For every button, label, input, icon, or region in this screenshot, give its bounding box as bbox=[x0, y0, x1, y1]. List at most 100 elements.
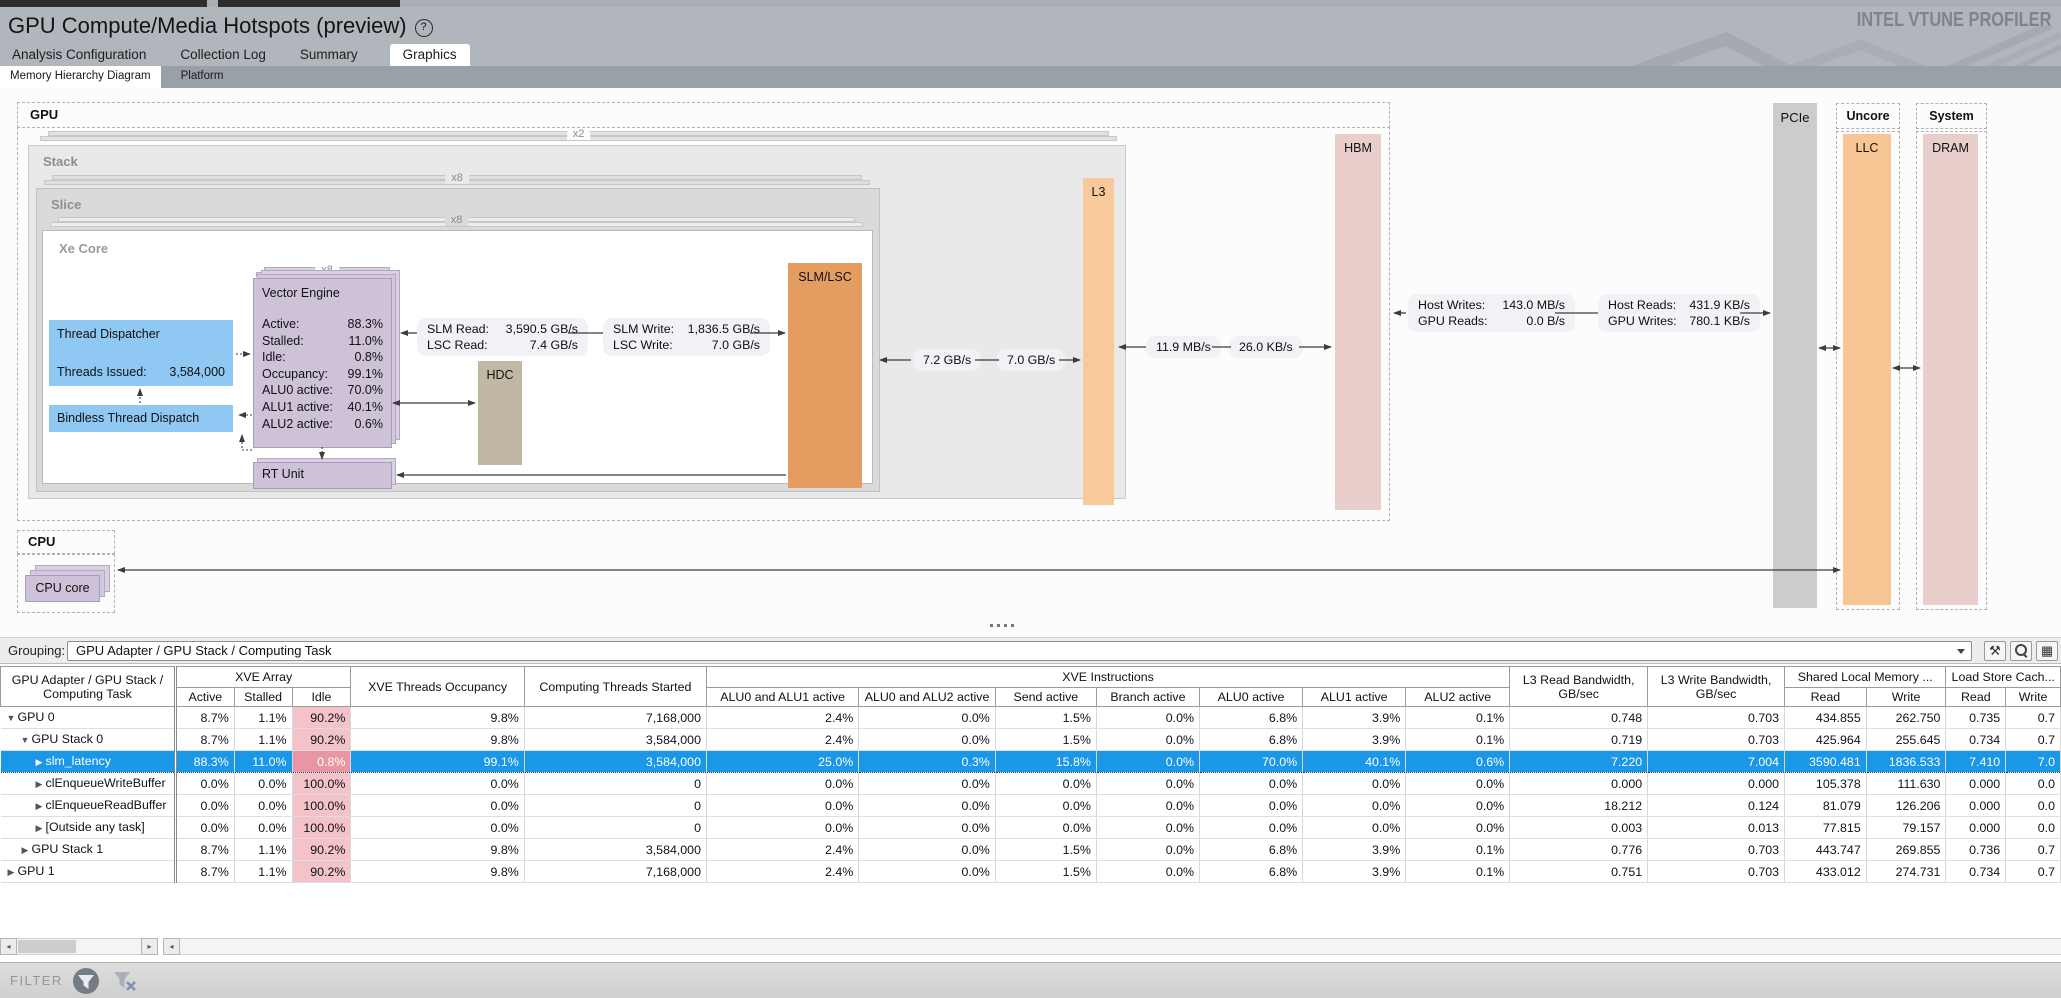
hdc-box[interactable]: HDC bbox=[478, 361, 522, 465]
cell: 0.703 bbox=[1648, 839, 1785, 861]
column-header[interactable]: L3 Write Bandwidth, GB/sec bbox=[1648, 667, 1785, 707]
customize-grouping-button[interactable]: ⚒ bbox=[1984, 641, 2006, 661]
expand-icon[interactable]: ▶ bbox=[5, 862, 18, 882]
copy-button[interactable]: ▦ bbox=[2036, 641, 2058, 661]
vector-engine-box[interactable]: Vector Engine Active:88.3% Stalled:11.0%… bbox=[253, 278, 392, 448]
grouping-dropdown[interactable]: GPU Adapter / GPU Stack / Computing Task bbox=[67, 641, 1972, 661]
cell: 0.0% bbox=[175, 795, 234, 817]
expand-icon[interactable]: ▶ bbox=[33, 774, 46, 794]
collapse-icon[interactable]: ▼ bbox=[19, 730, 32, 750]
subtab-platform[interactable]: Platform bbox=[171, 66, 234, 88]
thread-dispatcher-box[interactable]: Thread Dispatcher Threads Issued: 3,584,… bbox=[49, 320, 233, 386]
grid-scroll-left-button[interactable]: ◂ bbox=[163, 938, 180, 955]
cell: 7,168,000 bbox=[524, 861, 706, 883]
rt-unit-box[interactable]: RT Unit bbox=[253, 462, 392, 489]
column-header[interactable]: ALU0 active bbox=[1200, 688, 1303, 707]
tab-graphics[interactable]: Graphics bbox=[390, 44, 470, 66]
slice-label: Slice bbox=[51, 197, 81, 212]
cell: 0.0% bbox=[859, 861, 995, 883]
column-header[interactable]: Active bbox=[175, 688, 234, 707]
cell: 1.1% bbox=[234, 707, 292, 729]
tab-collection-log[interactable]: Collection Log bbox=[178, 44, 268, 66]
search-button[interactable] bbox=[2010, 641, 2032, 661]
column-header[interactable]: Branch active bbox=[1096, 688, 1199, 707]
column-header[interactable]: Write bbox=[2006, 688, 2061, 707]
column-group-header[interactable]: XVE Array bbox=[175, 667, 351, 688]
table-row[interactable]: ▶clEnqueueWriteBuffer0.0%0.0%100.0%0.0%0… bbox=[1, 773, 2061, 795]
table-row[interactable]: ▶GPU Stack 18.7%1.1%90.2%9.8%3,584,0002.… bbox=[1, 839, 2061, 861]
column-header[interactable]: Computing Threads Started bbox=[524, 667, 706, 707]
table-row[interactable]: ▼GPU Stack 08.7%1.1%90.2%9.8%3,584,0002.… bbox=[1, 729, 2061, 751]
column-header[interactable]: Send active bbox=[995, 688, 1096, 707]
cell: 0.0% bbox=[859, 773, 995, 795]
l3-box[interactable]: L3 bbox=[1083, 178, 1114, 505]
cell: 77.815 bbox=[1785, 817, 1867, 839]
expand-icon[interactable]: ▶ bbox=[33, 796, 46, 816]
cell: 6.8% bbox=[1200, 707, 1303, 729]
cell: 2.4% bbox=[706, 839, 858, 861]
cpu-core-box[interactable]: CPU core bbox=[25, 575, 100, 602]
llc-box[interactable]: LLC bbox=[1843, 134, 1891, 605]
tree-scroll-right-button[interactable]: ▸ bbox=[141, 938, 158, 955]
help-icon[interactable]: ? bbox=[415, 19, 433, 37]
column-header[interactable]: XVE Threads Occupancy bbox=[351, 667, 524, 707]
cell: 0.0% bbox=[1200, 795, 1303, 817]
cell: 0.0% bbox=[1096, 707, 1199, 729]
column-header[interactable]: Stalled bbox=[234, 688, 292, 707]
column-header[interactable]: L3 Read Bandwidth, GB/sec bbox=[1510, 667, 1648, 707]
expand-icon[interactable]: ▶ bbox=[33, 752, 46, 772]
cell: 3,584,000 bbox=[524, 839, 706, 861]
expand-icon[interactable]: ▶ bbox=[19, 840, 32, 860]
slm-lsc-box[interactable]: SLM/LSC bbox=[788, 263, 862, 488]
tab-analysis-configuration[interactable]: Analysis Configuration bbox=[10, 44, 148, 66]
column-header[interactable]: Read bbox=[1946, 688, 2006, 707]
column-group-header[interactable]: Shared Local Memory ... bbox=[1785, 667, 1946, 688]
subtab-memory-hierarchy-diagram[interactable]: Memory Hierarchy Diagram bbox=[0, 66, 161, 88]
slm-write-bandwidth-pill: SLM Write:1,836.5 GB/s LSC Write:7.0 GB/… bbox=[603, 318, 770, 356]
pcie-box[interactable]: PCIe bbox=[1773, 103, 1817, 608]
table-row[interactable]: ▶slm_latency88.3%11.0%0.8%99.1%3,584,000… bbox=[1, 751, 2061, 773]
cell: 6.8% bbox=[1200, 729, 1303, 751]
tree-scrollbar-thumb[interactable] bbox=[18, 940, 76, 953]
column-header-tree[interactable]: GPU Adapter / GPU Stack /Computing Task bbox=[1, 667, 176, 707]
hbm-box[interactable]: HBM bbox=[1335, 134, 1381, 510]
column-header[interactable]: ALU1 active bbox=[1303, 688, 1406, 707]
expand-icon[interactable]: ▶ bbox=[33, 818, 46, 838]
cell: 0 bbox=[524, 817, 706, 839]
column-header[interactable]: Read bbox=[1785, 688, 1867, 707]
column-header[interactable]: ALU2 active bbox=[1406, 688, 1510, 707]
cell: 0.000 bbox=[1946, 817, 2006, 839]
column-group-header[interactable]: Load Store Cach... bbox=[1946, 667, 2061, 688]
clear-filter-icon[interactable] bbox=[112, 969, 138, 993]
cell: 3.9% bbox=[1303, 729, 1406, 751]
table-row[interactable]: ▼GPU 08.7%1.1%90.2%9.8%7,168,0002.4%0.0%… bbox=[1, 707, 2061, 729]
column-group-header[interactable]: XVE Instructions bbox=[706, 667, 1509, 688]
table-row[interactable]: ▶[Outside any task]0.0%0.0%100.0%0.0%00.… bbox=[1, 817, 2061, 839]
cell: 0.703 bbox=[1648, 861, 1785, 883]
tree-scroll-left-button[interactable]: ◂ bbox=[0, 938, 17, 955]
grid-scrollbar-track[interactable] bbox=[180, 938, 2061, 955]
page-title: GPU Compute/Media Hotspots (preview)? bbox=[8, 13, 433, 39]
cell: 40.1% bbox=[1303, 751, 1406, 773]
column-header[interactable]: Idle bbox=[292, 688, 351, 707]
cell: 255.645 bbox=[1866, 729, 1946, 751]
cell: 0.0% bbox=[234, 795, 292, 817]
table-row[interactable]: ▶GPU 18.7%1.1%90.2%9.8%7,168,0002.4%0.0%… bbox=[1, 861, 2061, 883]
column-header[interactable]: ALU0 and ALU1 active bbox=[706, 688, 858, 707]
cell: 100.0% bbox=[292, 817, 351, 839]
cell: 0.0 bbox=[2006, 773, 2061, 795]
column-header[interactable]: Write bbox=[1866, 688, 1946, 707]
column-header[interactable]: ALU0 and ALU2 active bbox=[859, 688, 995, 707]
tab-summary[interactable]: Summary bbox=[298, 44, 360, 66]
table-row[interactable]: ▶clEnqueueReadBuffer0.0%0.0%100.0%0.0%00… bbox=[1, 795, 2061, 817]
dram-box[interactable]: DRAM bbox=[1923, 134, 1978, 605]
collapse-icon[interactable]: ▼ bbox=[5, 708, 18, 728]
filter-funnel-icon[interactable] bbox=[72, 967, 100, 995]
l3-hbm-read-pill: 11.9 MB/s bbox=[1146, 336, 1221, 358]
cell: 0.0% bbox=[175, 773, 234, 795]
cell: 0.0% bbox=[995, 795, 1096, 817]
cell: 0 bbox=[524, 795, 706, 817]
pane-splitter-handle[interactable] bbox=[990, 624, 1014, 627]
bindless-thread-dispatch-box[interactable]: Bindless Thread Dispatch bbox=[49, 405, 233, 432]
cell: 0.0% bbox=[995, 817, 1096, 839]
